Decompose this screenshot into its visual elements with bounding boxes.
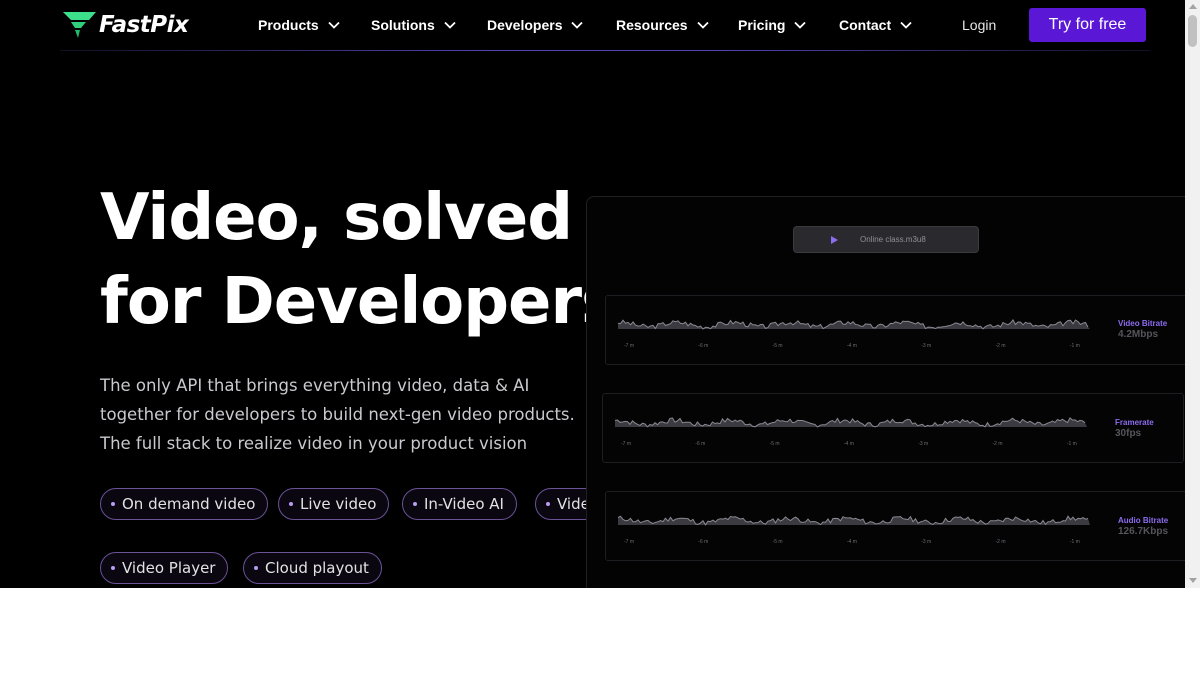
login-link[interactable]: Login	[962, 0, 996, 50]
metric-value: 30fps	[1115, 428, 1142, 439]
nav-contact-label: Contact	[839, 17, 892, 33]
chip-label: Video	[557, 495, 586, 513]
chip-video-player[interactable]: Video Player	[100, 552, 229, 584]
audio-bitrate-waveform: -7 m -6 m -5 m -4 m -3 m -2 m -1 m	[617, 515, 1090, 545]
tick-label: -6 m	[698, 343, 708, 349]
metric-value: 4.2Mbps	[1118, 329, 1159, 340]
metric-label: Audio Bitrate	[1118, 516, 1169, 525]
tick-label: -3 m	[918, 441, 928, 447]
tick-label: -2 m	[993, 441, 1003, 447]
tick-label: -4 m	[847, 343, 857, 349]
analytics-dashboard-preview: Online class.m3u8 -7 m -6 m -5 m -4 m -3 m -2…	[586, 196, 1185, 588]
tick-label: -3 m	[921, 343, 931, 349]
nav-pricing-label: Pricing	[738, 17, 786, 33]
try-for-free-button[interactable]: Try for free	[1029, 8, 1146, 42]
bitrate-waveform: -7 m -6 m -5 m -4 m -3 m -2 m -1 m	[617, 318, 1090, 349]
tick-label: -6 m	[698, 539, 708, 545]
tick-label: -1 m	[1070, 539, 1080, 545]
tick-label: -1 m	[1067, 441, 1077, 447]
metric-label: Framerate	[1115, 418, 1154, 427]
tick-label: -7 m	[624, 539, 634, 545]
metric-value: 126.7Kbps	[1118, 526, 1169, 537]
metric-card-framerate: -7 m -6 m -5 m -4 m -3 m -2 m -1 m Framerate 3…	[602, 393, 1184, 463]
framerate-waveform: -7 m -6 m -5 m -4 m -3 m -2 m -1 m	[614, 417, 1087, 447]
tick-label: -1 m	[1070, 343, 1080, 349]
nav-resources[interactable]: Resources	[616, 0, 709, 50]
chip-live-video[interactable]: Live video	[278, 488, 390, 520]
page-viewport: FastPix Products Solutions Developers Re…	[0, 0, 1185, 588]
tick-label: -7 m	[621, 441, 631, 447]
tick-label: -5 m	[773, 343, 783, 349]
waveform-area	[618, 516, 1090, 525]
metric-card-audio-bitrate: -7 m -6 m -5 m -4 m -3 m -2 m -1 m Audio Bitra…	[605, 491, 1185, 561]
scroll-down-arrow-icon[interactable]	[1189, 578, 1197, 583]
nav-resources-label: Resources	[616, 17, 688, 33]
nav-pricing[interactable]: Pricing	[738, 0, 807, 50]
bullet-dot-icon	[546, 502, 550, 506]
vertical-scrollbar[interactable]	[1185, 0, 1200, 588]
tick-label: -3 m	[921, 539, 931, 545]
tick-label: -5 m	[770, 441, 780, 447]
chevron-down-icon	[696, 21, 709, 29]
chip-video-partial[interactable]: Video	[535, 488, 586, 520]
play-icon	[831, 235, 838, 244]
tick-label: -5 m	[773, 539, 783, 545]
chip-on-demand-video[interactable]: On demand video	[100, 488, 269, 520]
metric-label: Video Bitrate	[1118, 319, 1168, 328]
feature-chips: On demand video Live video In-Video AI V…	[0, 0, 586, 588]
chip-label: Live video	[300, 495, 377, 513]
chip-cloud-playout[interactable]: Cloud playout	[243, 552, 382, 584]
tick-label: -2 m	[996, 539, 1006, 545]
chevron-down-icon	[794, 21, 807, 29]
scroll-up-arrow-icon[interactable]	[1189, 4, 1197, 9]
chevron-down-icon	[900, 21, 912, 29]
video-file-pill[interactable]: Online class.m3u8	[793, 226, 979, 253]
tick-label: -4 m	[847, 539, 857, 545]
chip-label: Cloud playout	[265, 559, 369, 577]
tick-label: -2 m	[996, 343, 1006, 349]
chip-in-video-ai[interactable]: In-Video AI	[402, 488, 517, 520]
nav-contact[interactable]: Contact	[839, 0, 912, 50]
bullet-dot-icon	[254, 566, 258, 570]
bullet-dot-icon	[413, 502, 417, 506]
scrollbar-thumb[interactable]	[1188, 15, 1197, 47]
chip-label: On demand video	[122, 495, 256, 513]
chip-label: Video Player	[122, 559, 216, 577]
metric-card-video-bitrate: -7 m -6 m -5 m -4 m -3 m -2 m -1 m Video Bitra…	[605, 295, 1185, 365]
bullet-dot-icon	[111, 566, 115, 570]
bullet-dot-icon	[111, 502, 115, 506]
bullet-dot-icon	[289, 502, 293, 506]
tick-label: -6 m	[695, 441, 705, 447]
chip-label: In-Video AI	[424, 495, 504, 513]
tick-label: -7 m	[624, 343, 634, 349]
tick-label: -4 m	[844, 441, 854, 447]
video-file-name: Online class.m3u8	[860, 235, 926, 244]
